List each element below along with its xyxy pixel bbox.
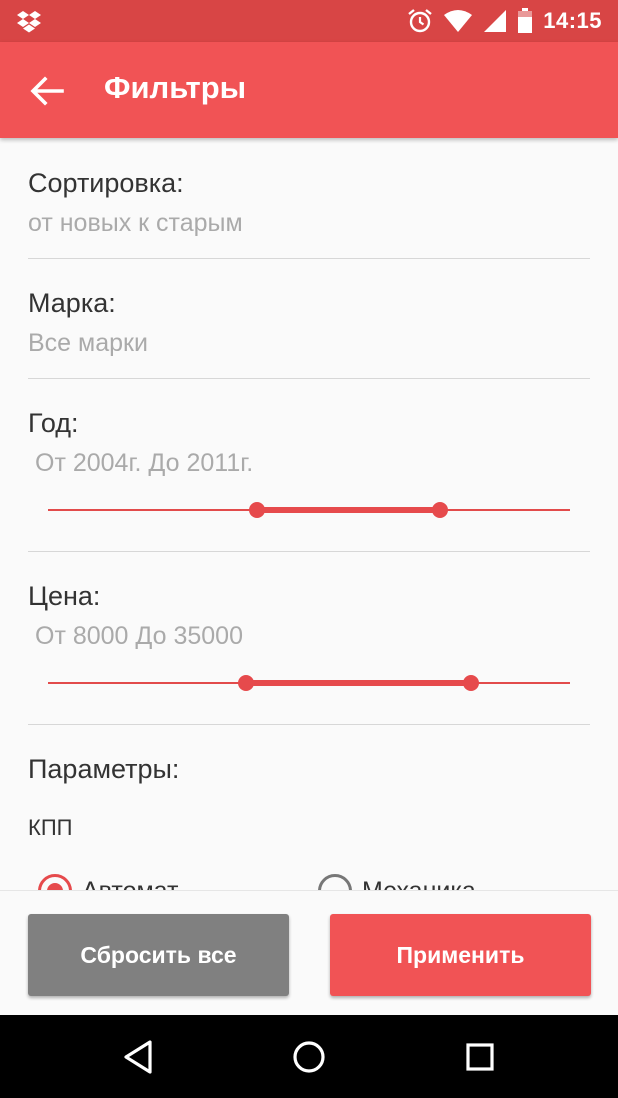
filters-list[interactable]: Сортировка: от новых к старым Марка: Все… <box>0 138 618 890</box>
year-label: Год: <box>28 408 79 438</box>
year-max-thumb[interactable] <box>431 502 448 518</box>
divider <box>28 258 590 259</box>
sort-value: от новых к старым <box>28 209 243 237</box>
slider-selected-range <box>246 680 471 686</box>
price-max-thumb[interactable] <box>462 675 479 691</box>
year-value: От 2004г. До 2011г. <box>35 449 254 477</box>
price-range-slider[interactable] <box>48 671 570 695</box>
brand-label: Марка: <box>28 288 116 318</box>
radio-automatic[interactable]: Автомат <box>38 874 178 890</box>
status-bar: 14:15 <box>0 0 618 42</box>
slider-selected-range <box>256 507 440 513</box>
recents-square-icon[interactable] <box>458 1035 502 1079</box>
radio-manual[interactable]: Механика <box>318 874 476 890</box>
price-min-thumb[interactable] <box>238 675 255 691</box>
divider <box>28 378 590 379</box>
sort-filter[interactable]: Сортировка: от новых к старым <box>28 168 590 238</box>
dropbox-icon <box>17 11 41 33</box>
price-label: Цена: <box>28 581 101 611</box>
battery-icon <box>518 8 533 33</box>
sort-label: Сортировка: <box>28 168 184 198</box>
action-bar: Сбросить все Применить <box>0 890 618 1015</box>
home-circle-icon[interactable] <box>287 1035 331 1079</box>
gearbox-options: Автомат Механика <box>38 874 598 890</box>
price-filter: Цена: От 8000 До 35000 <box>28 581 590 651</box>
year-min-thumb[interactable] <box>248 502 265 518</box>
divider <box>28 551 590 552</box>
year-filter: Год: От 2004г. До 2011г. <box>28 408 590 478</box>
radio-label: Автомат <box>82 877 178 891</box>
app-toolbar: Фильтры <box>0 42 618 138</box>
navigation-bar <box>0 1015 618 1098</box>
reset-all-button[interactable]: Сбросить все <box>28 914 289 996</box>
brand-filter[interactable]: Марка: Все марки <box>28 288 590 358</box>
clock: 14:15 <box>543 8 602 33</box>
year-range-slider[interactable] <box>48 498 570 522</box>
divider <box>28 724 590 725</box>
params-section: Параметры: КПП <box>28 754 590 841</box>
price-value: От 8000 До 35000 <box>35 622 243 650</box>
apply-button[interactable]: Применить <box>330 914 591 996</box>
radio-circle <box>38 874 72 890</box>
radio-circle <box>318 874 352 890</box>
radio-label: Механика <box>362 877 476 891</box>
signal-icon <box>484 10 507 32</box>
alarm-icon <box>408 9 432 33</box>
page-title: Фильтры <box>104 70 247 105</box>
back-triangle-icon[interactable] <box>117 1035 161 1079</box>
gearbox-label: КПП <box>28 815 73 840</box>
wifi-icon <box>444 10 473 32</box>
brand-value: Все марки <box>28 329 148 357</box>
arrow-back-icon[interactable] <box>28 72 66 110</box>
params-label: Параметры: <box>28 754 180 784</box>
